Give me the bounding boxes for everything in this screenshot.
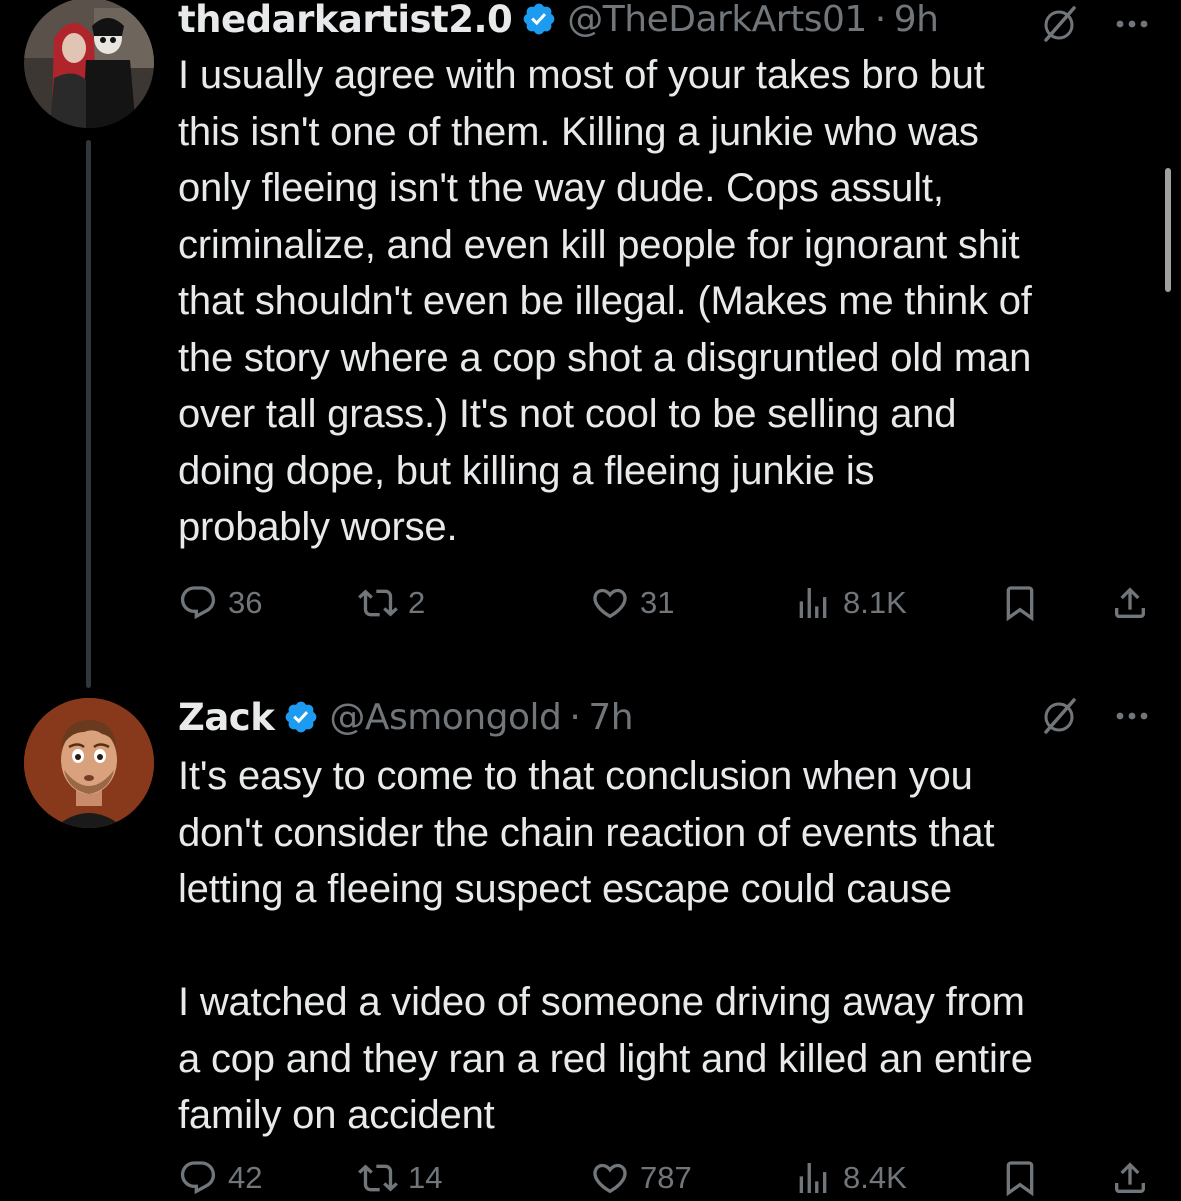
display-name[interactable]: Zack [178, 696, 275, 739]
scrollbar[interactable] [1165, 168, 1171, 292]
repost-icon [358, 1164, 398, 1192]
thread-connector-line [86, 140, 91, 688]
grok-icon[interactable] [1040, 696, 1080, 736]
separator-dot: · [874, 0, 886, 40]
repost-count: 2 [408, 585, 426, 620]
heart-icon [593, 588, 627, 619]
share-icon [1115, 1162, 1145, 1193]
tweet-actions: 36 2 31 8.1K [178, 580, 1153, 626]
views-count: 8.4K [843, 1160, 907, 1195]
timestamp[interactable]: 7h [588, 697, 633, 738]
timestamp[interactable]: 9h [894, 0, 939, 40]
reply-count: 36 [228, 585, 263, 620]
tweet-header: thedarkartist2.0 @TheDarkArts01 · 9h [178, 0, 939, 44]
reply-icon [180, 586, 216, 620]
verified-badge-icon [523, 3, 555, 35]
like-count: 787 [640, 1160, 692, 1195]
avatar[interactable] [24, 698, 154, 828]
views-button[interactable]: 8.1K [793, 580, 907, 626]
reply-icon [180, 1161, 216, 1195]
tweet-header: Zack @Asmongold · 7h [178, 692, 634, 742]
views-icon [799, 1163, 827, 1193]
avatar[interactable] [24, 0, 154, 128]
user-handle[interactable]: @TheDarkArts01 [567, 0, 867, 40]
reply-button[interactable]: 36 [178, 580, 262, 626]
tweet-actions: 42 14 787 8.4K [178, 1155, 1153, 1201]
separator-dot: · [569, 696, 581, 738]
share-button[interactable] [1110, 1155, 1150, 1201]
repost-icon [358, 589, 398, 617]
like-count: 31 [640, 585, 675, 620]
grok-icon[interactable] [1040, 4, 1080, 44]
tweet-text: It's easy to come to that conclusion whe… [178, 754, 1033, 1137]
heart-icon [593, 1163, 627, 1194]
views-icon [799, 588, 827, 618]
reply-count: 42 [228, 1160, 263, 1195]
avatar-image [24, 0, 154, 128]
avatar-image [24, 698, 154, 828]
repost-button[interactable]: 2 [358, 580, 425, 626]
verified-badge-icon [285, 701, 317, 733]
views-button[interactable]: 8.4K [793, 1155, 907, 1201]
more-icon[interactable] [1110, 4, 1154, 44]
bookmark-button[interactable] [1000, 580, 1040, 626]
share-button[interactable] [1110, 580, 1150, 626]
like-button[interactable]: 787 [590, 1155, 692, 1201]
more-icon[interactable] [1110, 696, 1154, 736]
repost-button[interactable]: 14 [358, 1155, 442, 1201]
like-button[interactable]: 31 [590, 580, 674, 626]
bookmark-button[interactable] [1000, 1155, 1040, 1201]
display-name[interactable]: thedarkartist2.0 [178, 0, 513, 41]
repost-count: 14 [408, 1160, 443, 1195]
bookmark-icon [1006, 586, 1034, 622]
share-icon [1115, 587, 1145, 618]
reply-button[interactable]: 42 [178, 1155, 262, 1201]
bookmark-icon [1006, 1161, 1034, 1197]
views-count: 8.1K [843, 585, 907, 620]
tweet-text: I usually agree with most of your takes … [178, 53, 1032, 549]
user-handle[interactable]: @Asmongold [329, 697, 562, 738]
